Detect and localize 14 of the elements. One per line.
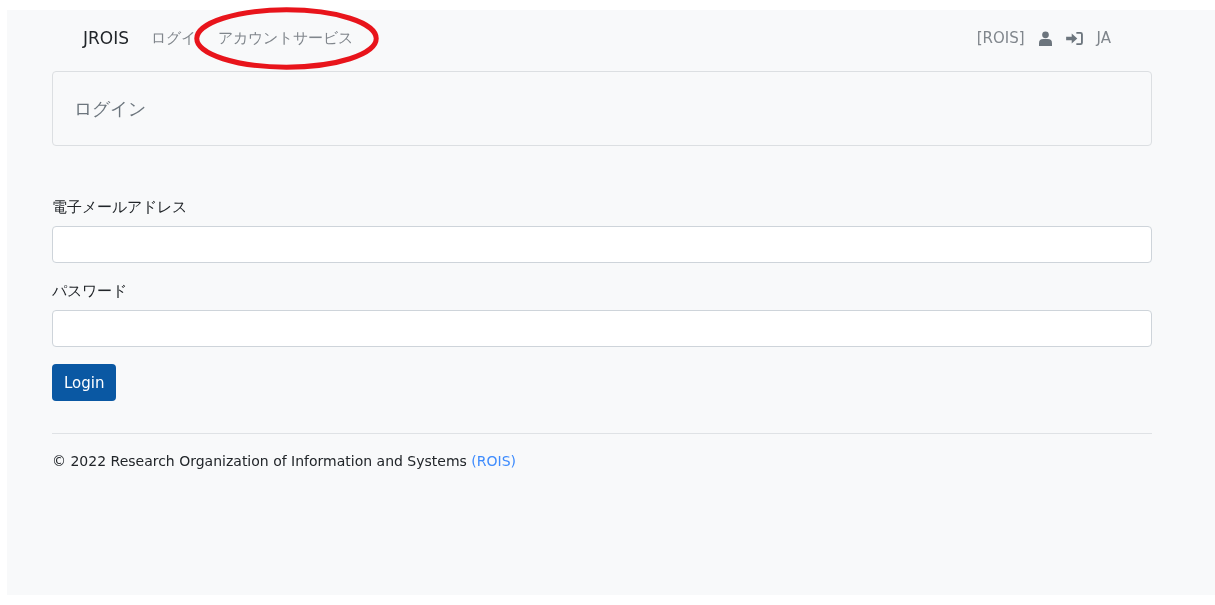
brand-link[interactable]: JROIS xyxy=(83,28,129,48)
user-icon[interactable] xyxy=(1038,30,1052,46)
rois-link[interactable]: (ROIS) xyxy=(471,453,516,469)
language-link[interactable]: JA xyxy=(1096,29,1111,47)
nav-link[interactable]: ログイ xyxy=(151,28,196,48)
password-field[interactable] xyxy=(52,310,1152,347)
realm-link[interactable]: [ROIS] xyxy=(976,29,1025,47)
email-field[interactable] xyxy=(52,226,1152,263)
copyright-text: © 2022 Research Organization of Information and Systems (ROIS) xyxy=(52,453,517,469)
field-label: パスワード xyxy=(52,282,127,301)
field-label: 電子メールアドレス xyxy=(52,198,187,217)
page-title: ログイン xyxy=(74,96,146,121)
login-button[interactable]: Login xyxy=(52,364,117,401)
sign-in-icon[interactable] xyxy=(1065,31,1083,45)
